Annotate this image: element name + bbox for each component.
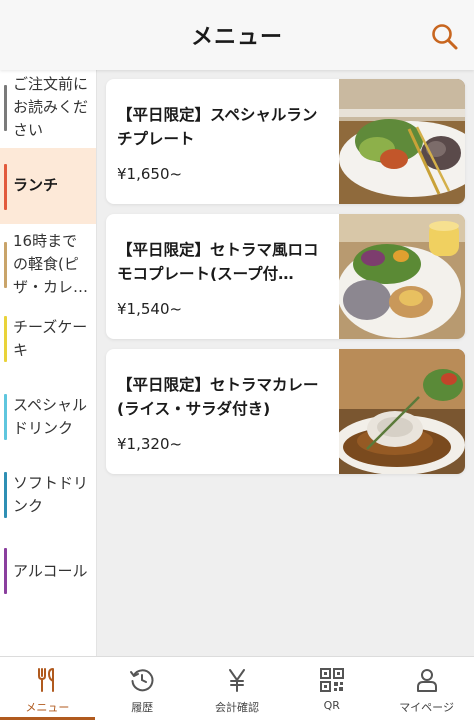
category-color-bar: [4, 164, 7, 210]
tab-mypage[interactable]: マイページ: [379, 657, 474, 720]
yen-icon: [228, 669, 245, 692]
page-title: メニュー: [190, 25, 283, 50]
category-label: ソフトドリ ンク: [13, 474, 89, 515]
history-icon: [130, 669, 154, 692]
menu-item-price: ¥1,320~: [117, 435, 183, 453]
category-item-light-meals[interactable]: 16時まで の軽食(ピ ザ・カレ…: [0, 226, 96, 302]
menu-item-title: 【平日限定】セトラマ風ロコモコプレート(スープ付…: [117, 241, 319, 283]
tab-label: メニュー: [25, 701, 70, 714]
tab-label: 履歴: [131, 701, 154, 714]
menu-item-card[interactable]: 【平日限定】セトラマ風ロコモコプレート(スープ付… ¥1,540~: [106, 214, 465, 339]
menu-item-card[interactable]: 【平日限定】セトラマカレー(ライス・サラダ付き) ¥1,320~: [106, 349, 465, 474]
category-color-bar: [4, 316, 7, 362]
tab-menu[interactable]: メニュー: [0, 657, 95, 720]
category-color-bar: [4, 85, 7, 131]
tab-label: 会計確認: [214, 701, 259, 714]
menu-item-price: ¥1,540~: [117, 300, 183, 318]
category-item-alcohol[interactable]: アルコール: [0, 536, 96, 612]
tab-label: マイページ: [399, 701, 454, 714]
category-label: ご注文前に お読みくだ さい: [13, 75, 89, 139]
category-label: 16時まで の軽食(ピ ザ・カレ…: [13, 232, 89, 296]
search-button[interactable]: [430, 22, 460, 52]
category-item-special-drink[interactable]: スペシャル ドリンク: [0, 382, 96, 458]
category-color-bar: [4, 548, 7, 594]
category-label: スペシャル ドリンク: [13, 396, 87, 437]
category-label: チーズケーキ: [13, 318, 88, 359]
category-item-cheesecake[interactable]: チーズケーキ: [0, 304, 96, 380]
menu-item-photo: [339, 79, 465, 204]
category-item-notice[interactable]: ご注文前に お読みくだ さい: [0, 70, 96, 143]
qr-code-icon: [319, 668, 344, 692]
tab-label: QR: [323, 699, 340, 712]
category-color-bar: [4, 472, 7, 518]
menu-item-title: 【平日限定】スペシャルランチプレート: [117, 106, 318, 148]
fork-knife-icon: [38, 668, 55, 692]
menu-item-text: 【平日限定】スペシャルランチプレート ¥1,650~: [117, 103, 332, 183]
category-label: アルコール: [13, 562, 88, 580]
menu-item-text: 【平日限定】セトラマ風ロコモコプレート(スープ付… ¥1,540~: [117, 238, 332, 318]
tab-qr[interactable]: QR: [284, 657, 379, 720]
category-item-lunch[interactable]: ランチ: [0, 148, 96, 224]
menu-list: 【平日限定】スペシャルランチプレート ¥1,650~ 【平日限定】セトラマ風ロコ…: [97, 70, 474, 656]
menu-item-card[interactable]: 【平日限定】スペシャルランチプレート ¥1,650~: [106, 79, 465, 204]
bottom-tab-bar: メニュー 履歴 会計確認 QR マイページ: [0, 656, 474, 720]
user-icon: [416, 669, 437, 692]
menu-item-photo: [339, 349, 465, 474]
category-color-bar: [4, 242, 7, 288]
search-icon: [432, 24, 458, 50]
menu-item-price: ¥1,650~: [117, 165, 183, 183]
tab-history[interactable]: 履歴: [95, 657, 190, 720]
menu-item-text: 【平日限定】セトラマカレー(ライス・サラダ付き) ¥1,320~: [117, 373, 332, 453]
category-label: ランチ: [13, 176, 59, 194]
menu-item-title: 【平日限定】セトラマカレー(ライス・サラダ付き): [117, 376, 319, 418]
tab-checkout[interactable]: 会計確認: [190, 657, 285, 720]
category-sidebar: ご注文前に お読みくだ さい ランチ 16時まで の軽食(ピ ザ・カレ… チーズケーキ …: [0, 70, 97, 656]
category-color-bar: [4, 394, 7, 440]
app-header: メニュー: [0, 0, 474, 70]
menu-item-photo: [339, 214, 465, 339]
category-item-soft-drink[interactable]: ソフトドリ ンク: [0, 460, 96, 536]
